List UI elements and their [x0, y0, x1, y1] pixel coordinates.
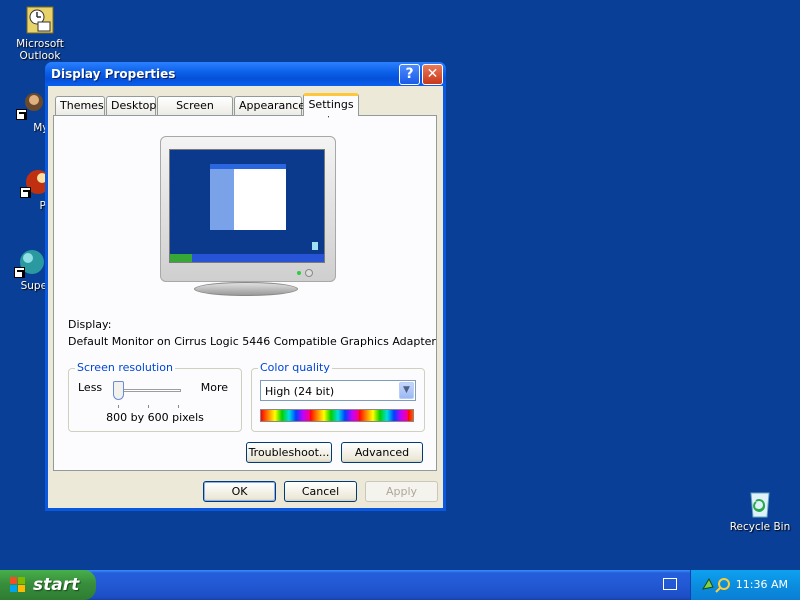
- slider-tick: [118, 405, 119, 408]
- resolution-slider-thumb[interactable]: [113, 381, 124, 400]
- close-button[interactable]: ✕: [422, 64, 443, 85]
- color-quality-value: High (24 bit): [265, 385, 335, 398]
- monitor-screen: [169, 149, 325, 263]
- resolution-slider-track[interactable]: [115, 389, 181, 392]
- less-label: Less: [78, 381, 103, 394]
- preview-recycle-bin-icon: [312, 242, 318, 250]
- desktop-icon-label: Microsoft Outlook: [16, 38, 64, 62]
- windows-logo-icon: [10, 577, 26, 593]
- slider-tick: [178, 405, 179, 408]
- title-bar[interactable]: Display Properties ? ✕: [45, 62, 446, 86]
- window-title: Display Properties: [51, 67, 176, 81]
- preview-start-button: [170, 254, 192, 262]
- superman-icon: [14, 246, 46, 278]
- advanced-button[interactable]: Advanced: [341, 442, 423, 463]
- power-led-icon: [297, 271, 301, 275]
- shortcut-arrow-icon: [20, 187, 31, 198]
- start-label: start: [33, 575, 80, 595]
- power-button-icon: [305, 269, 313, 277]
- preview-taskbar: [170, 254, 324, 262]
- tab-screen-saver[interactable]: Screen Saver: [157, 96, 233, 129]
- color-quality-legend: Color quality: [258, 361, 332, 374]
- desktop-icon-label: Recycle Bin: [729, 521, 791, 533]
- shortcut-arrow-icon: [14, 267, 25, 278]
- start-button[interactable]: start: [0, 570, 96, 600]
- monitor-preview: [160, 136, 336, 282]
- recycle-bin-icon: [744, 487, 776, 519]
- tab-settings[interactable]: Settings: [303, 93, 359, 116]
- chevron-down-icon[interactable]: ▼: [399, 382, 414, 399]
- display-value: Default Monitor on Cirrus Logic 5446 Com…: [68, 335, 436, 348]
- troubleshoot-button[interactable]: Troubleshoot...: [246, 442, 332, 463]
- tab-themes[interactable]: Themes: [55, 96, 105, 115]
- cancel-button[interactable]: Cancel: [284, 481, 357, 502]
- resolution-value: 800 by 600 pixels: [106, 411, 204, 424]
- shortcut-arrow-icon: [16, 109, 27, 120]
- preview-window: [210, 164, 286, 230]
- display-label: Display:: [68, 318, 112, 331]
- color-quality-select[interactable]: High (24 bit) ▼: [260, 380, 416, 401]
- screen-resolution-legend: Screen resolution: [75, 361, 175, 374]
- mypc-icon: [16, 88, 48, 120]
- screen-resolution-group: Screen resolution Less More 800 by 600 p…: [68, 362, 242, 432]
- color-spectrum-bar: [260, 409, 414, 422]
- outlook-icon: [24, 4, 56, 36]
- desktop-icon-outlook[interactable]: Microsoft Outlook: [0, 4, 80, 62]
- help-button[interactable]: ?: [399, 64, 420, 85]
- tab-appearance[interactable]: Appearance: [234, 96, 305, 115]
- window-client: Themes Desktop Screen Saver Appearance S…: [48, 86, 443, 508]
- system-tray: 11:36 AM: [690, 570, 800, 600]
- settings-panel: Display: Default Monitor on Cirrus Logic…: [53, 115, 437, 471]
- slider-tick: [148, 405, 149, 408]
- clock[interactable]: 11:36 AM: [736, 578, 788, 591]
- desktop-icon-recycle-bin[interactable]: Recycle Bin: [720, 487, 800, 533]
- more-label: More: [200, 381, 228, 394]
- color-quality-group: Color quality High (24 bit) ▼: [251, 362, 425, 432]
- keyboard-icon[interactable]: [663, 578, 677, 590]
- taskbar: start 11:36 AM: [0, 570, 800, 600]
- apply-button[interactable]: Apply: [365, 481, 438, 502]
- ok-button[interactable]: OK: [203, 481, 276, 502]
- tab-desktop[interactable]: Desktop: [106, 96, 156, 115]
- tray-icons[interactable]: [701, 577, 735, 593]
- monitor-stand: [194, 282, 298, 296]
- display-properties-window: Display Properties ? ✕ Themes Desktop Sc…: [45, 62, 446, 511]
